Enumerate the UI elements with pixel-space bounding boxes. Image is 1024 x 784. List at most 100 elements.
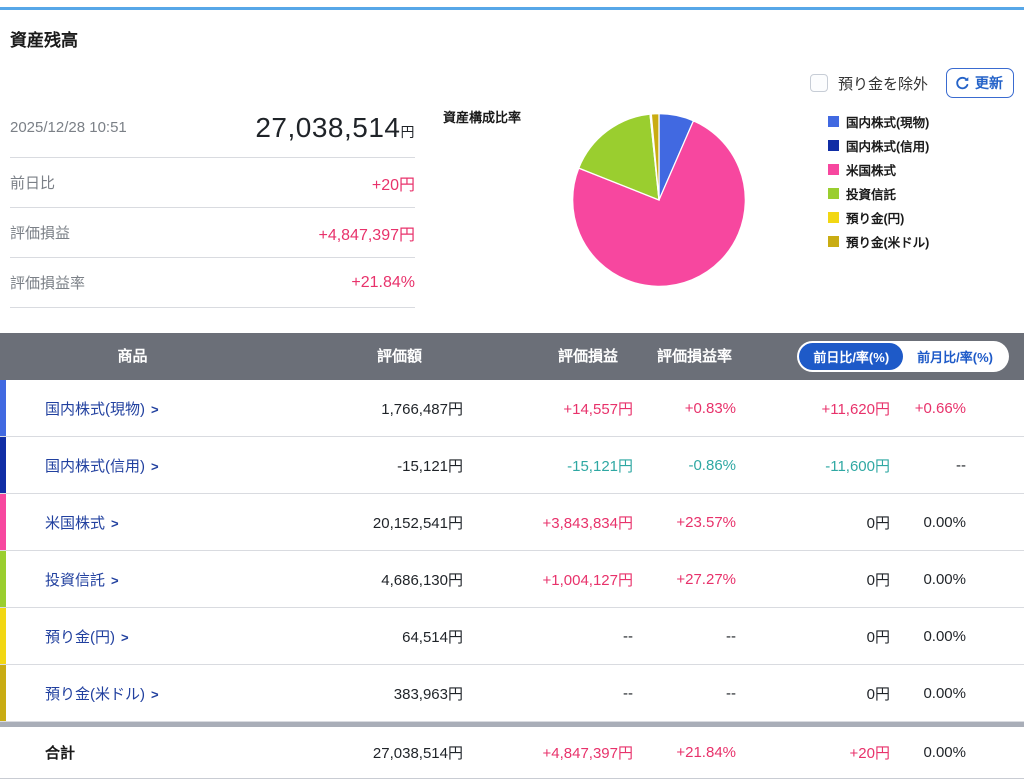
row-color-strip <box>0 494 6 550</box>
col-header-product: 商品 <box>117 348 148 365</box>
row-color-strip <box>0 380 6 436</box>
period-toggle-pill[interactable]: 前月比/率(%) <box>903 343 1007 370</box>
pl-cell: -15,121円 <box>567 457 633 475</box>
legend-item: 国内株式(信用) <box>828 136 929 155</box>
product-link[interactable]: 預り金(米ドル) > <box>45 686 159 703</box>
day-change-cell: 0円 <box>866 685 890 703</box>
value-cell: 383,963円 <box>393 685 463 703</box>
summary-row: 評価損益率 +21.84% <box>10 258 415 308</box>
row-color-strip <box>0 665 6 721</box>
summary-row-label: 評価損益 <box>10 225 71 242</box>
pl-cell: -- <box>623 627 633 645</box>
value-cell: 1,766,487円 <box>381 400 463 418</box>
total-day-cell: +20円 <box>849 745 890 762</box>
pl-cell: +1,004,127円 <box>542 571 634 589</box>
day-rate-cell: +0.66% <box>914 399 966 417</box>
currency-unit: 円 <box>400 123 415 140</box>
pl-rate-cell: +27.27% <box>676 570 736 588</box>
pl-rate-cell: -- <box>726 627 736 645</box>
pl-cell: +3,843,834円 <box>542 514 634 532</box>
chevron-right-icon: > <box>151 401 159 417</box>
value-cell: -15,121円 <box>397 457 463 475</box>
total-label: 合計 <box>45 745 76 762</box>
pl-rate-cell: +0.83% <box>684 399 736 417</box>
row-color-strip <box>0 608 6 664</box>
value-cell: 20,152,541円 <box>372 514 463 532</box>
day-change-cell: +11,620円 <box>821 400 890 418</box>
chevron-right-icon: > <box>151 686 159 702</box>
day-rate-cell: 0.00% <box>923 684 966 702</box>
summary-total-row: 2025/12/28 10:51 27,038,514円 <box>10 98 415 158</box>
summary-row-value: +21.84% <box>351 273 415 291</box>
refresh-button[interactable]: 更新 <box>946 68 1014 98</box>
summary-panel: 2025/12/28 10:51 27,038,514円 前日比 +20円 評価損… <box>10 98 415 308</box>
pie-chart-legend: 国内株式(現物) 国内株式(信用) 米国株式 投資信託 預り金(円) 預り金(米… <box>828 112 929 256</box>
total-rate-cell: +21.84% <box>676 744 736 761</box>
product-link[interactable]: 国内株式(信用) > <box>45 458 159 475</box>
pl-cell: -- <box>623 684 633 702</box>
pie-chart-title: 資産構成比率 <box>443 110 522 125</box>
header-controls: 預り金を除外 更新 <box>809 68 1014 98</box>
col-header-value: 評価額 <box>376 348 422 365</box>
table-row: 米国株式 > 20,152,541円 +3,843,834円 +23.57% 0円… <box>0 494 1024 551</box>
legend-swatch <box>828 188 839 199</box>
legend-item: 投資信託 <box>828 184 929 203</box>
total-asset-value: 27,038,514円 <box>255 111 415 143</box>
legend-label: 国内株式(信用) <box>846 140 930 154</box>
product-link[interactable]: 預り金(円) > <box>45 629 129 646</box>
row-color-strip <box>0 551 6 607</box>
table-row: 預り金(米ドル) > 383,963円 -- -- 0円 0.00% <box>0 665 1024 722</box>
value-cell: 4,686,130円 <box>381 571 463 589</box>
pie-chart-svg <box>572 113 746 287</box>
exclude-deposits-checkbox[interactable] <box>809 74 828 92</box>
legend-label: 預り金(米ドル) <box>846 236 930 250</box>
summary-row-label: 前日比 <box>10 175 56 192</box>
row-color-strip <box>0 437 6 493</box>
legend-label: 国内株式(現物) <box>846 116 930 130</box>
value-cell: 64,514円 <box>402 628 463 646</box>
table-header: 商品 評価額 評価損益 評価損益率 前日比/率(%) 前月比/率(%) <box>0 333 1024 380</box>
table-body: 国内株式(現物) > 1,766,487円 +14,557円 +0.83% +11… <box>0 380 1024 722</box>
table-row: 国内株式(信用) > -15,121円 -15,121円 -0.86% -11,6… <box>0 437 1024 494</box>
col-header-pl: 評価損益 <box>557 348 618 365</box>
legend-label: 米国株式 <box>846 164 897 178</box>
product-link[interactable]: 米国株式 > <box>45 515 119 532</box>
total-day-rate-cell: 0.00% <box>923 744 966 761</box>
legend-item: 米国株式 <box>828 160 929 179</box>
pl-cell: +14,557円 <box>563 400 633 418</box>
summary-row: 前日比 +20円 <box>10 158 415 208</box>
product-link[interactable]: 投資信託 > <box>45 572 119 589</box>
day-change-cell: -11,600円 <box>825 457 890 475</box>
legend-swatch <box>828 164 839 175</box>
day-rate-cell: 0.00% <box>923 570 966 588</box>
summary-row-label: 評価損益率 <box>10 275 86 292</box>
refresh-button-label: 更新 <box>975 75 1003 91</box>
summary-metric-rows: 前日比 +20円 評価損益 +4,847,397円 評価損益率 +21.84% <box>10 158 415 308</box>
col-header-pl-rate: 評価損益率 <box>656 348 732 365</box>
period-toggle-pill[interactable]: 前日比/率(%) <box>799 343 904 370</box>
chevron-right-icon: > <box>111 515 119 531</box>
legend-swatch <box>828 140 839 151</box>
legend-swatch <box>828 212 839 223</box>
day-rate-cell: 0.00% <box>923 627 966 645</box>
refresh-icon <box>955 76 970 91</box>
legend-item: 預り金(円) <box>828 208 929 227</box>
legend-item: 国内株式(現物) <box>828 112 929 131</box>
pl-rate-cell: +23.57% <box>676 513 736 531</box>
timestamp: 2025/12/28 10:51 <box>10 119 127 136</box>
summary-row: 評価損益 +4,847,397円 <box>10 208 415 258</box>
table-row: 投資信託 > 4,686,130円 +1,004,127円 +27.27% 0円 … <box>0 551 1024 608</box>
page-title: 資産残高 <box>10 31 78 50</box>
day-change-cell: 0円 <box>866 628 890 646</box>
legend-label: 投資信託 <box>846 188 897 202</box>
chevron-right-icon: > <box>151 458 159 474</box>
day-rate-cell: 0.00% <box>923 513 966 531</box>
chevron-right-icon: > <box>121 629 129 645</box>
product-link[interactable]: 国内株式(現物) > <box>45 401 159 418</box>
day-rate-cell: -- <box>956 456 966 474</box>
table-total-row: 合計 27,038,514円 +4,847,397円 +21.84% +20円 … <box>0 727 1024 779</box>
day-change-cell: 0円 <box>866 514 890 532</box>
table-row: 預り金(円) > 64,514円 -- -- 0円 0.00% <box>0 608 1024 665</box>
chevron-right-icon: > <box>111 572 119 588</box>
legend-swatch <box>828 236 839 247</box>
